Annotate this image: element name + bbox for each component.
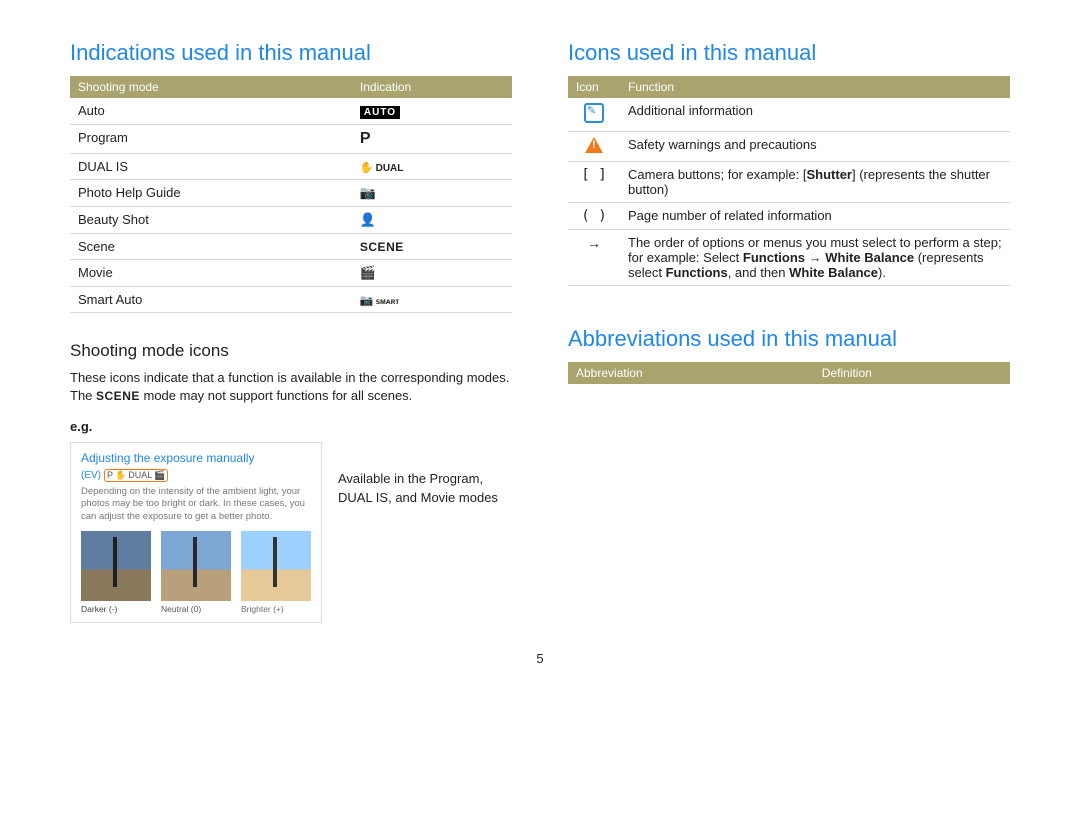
section-heading: Icons used in this manual [568,40,1010,66]
example-thumbnail: Neutral (0) [161,531,231,614]
indication-cell [352,287,512,313]
ev-label: (EV) [81,470,101,481]
example-ev-line: (EV) P✋DUAL🎬 [81,469,311,482]
mode-chip: 🎬 [154,470,165,481]
section-heading: Indications used in this manual [70,40,512,66]
table-row: ( )Page number of related information [568,203,1010,230]
table-row: →The order of options or menus you must … [568,230,1010,286]
manual-page: Indications used in this manual Shooting… [70,40,1010,623]
table-row: Smart Auto [70,287,512,313]
mode-cell: Movie [70,260,352,287]
mode-chip: ✋ [115,470,126,481]
thumbnail-caption: Neutral (0) [161,604,231,614]
subsection-heading: Shooting mode icons [70,341,512,361]
table-header: Indication [352,76,512,98]
indication-cell: P [352,125,512,154]
example-description: Depending on the intensity of the ambien… [81,486,311,523]
info-icon [584,103,604,123]
mode-indication-icon: SCENE [360,240,404,254]
thumbnail-image [161,531,231,601]
mode-chip-box: P✋DUAL🎬 [104,469,168,482]
example-label: e.g. [70,419,512,434]
mode-indication-icon [360,265,376,280]
mode-cell: DUAL IS [70,154,352,180]
right-column: Icons used in this manual Icon Function … [568,40,1010,623]
table-row: Scene SCENE [70,234,512,260]
mode-chip: P [107,470,113,480]
table-header: Shooting mode [70,76,352,98]
icon-cell [568,132,620,162]
mode-indication-icon [360,212,376,227]
table-row: Movie [70,260,512,287]
example-callout: Available in the Program, DUAL IS, and M… [338,442,512,508]
icon-cell: → [568,230,620,286]
table-header: Icon [568,76,620,98]
section-heading: Abbreviations used in this manual [568,326,1010,352]
function-cell: Safety warnings and precautions [620,132,1010,162]
table-header: Abbreviation [568,362,814,384]
paragraph: These icons indicate that a function is … [70,369,512,405]
table-header: Function [620,76,1010,98]
mode-cell: Scene [70,234,352,260]
table-row: DUAL IS DUAL [70,154,512,180]
page-number: 5 [70,651,1010,666]
example-thumbnail: Brighter (+) [241,531,311,614]
icon-cell: ( ) [568,203,620,230]
thumbnail-caption: Brighter (+) [241,604,311,614]
mode-cell: Auto [70,98,352,125]
function-cell: Page number of related information [620,203,1010,230]
table-row: Auto AUTO [70,98,512,125]
example-title: Adjusting the exposure manually [81,451,311,467]
table-row: Program P [70,125,512,154]
left-column: Indications used in this manual Shooting… [70,40,512,623]
mode-cell: Beauty Shot [70,207,352,234]
thumbnail-caption: Darker (-) [81,604,151,614]
thumbnail-image [241,531,311,601]
indication-cell [352,260,512,287]
table-row: Photo Help Guide [70,180,512,207]
mode-indication-icon: P [360,130,371,147]
table-row: Safety warnings and precautions [568,132,1010,162]
function-cell: Additional information [620,98,1010,132]
indication-cell [352,180,512,207]
abbreviations-table: Abbreviation Definition [568,362,1010,384]
example-box: Adjusting the exposure manually (EV) P✋D… [70,442,322,623]
indication-cell: AUTO [352,98,512,125]
table-row: Beauty Shot [70,207,512,234]
text: mode may not support functions for all s… [143,388,412,403]
function-cell: Camera buttons; for example: [Shutter] (… [620,162,1010,203]
indication-cell [352,207,512,234]
indication-cell: SCENE [352,234,512,260]
mode-indication-icon [360,296,399,306]
icon-cell: [ ] [568,162,620,203]
example-thumbnails: Darker (-) Neutral (0) Brighter (+) [81,531,311,614]
table-header: Definition [814,362,1010,384]
mode-indication-icon: AUTO [360,106,400,119]
table-row: Additional information [568,98,1010,132]
example-thumbnail: Darker (-) [81,531,151,614]
warning-icon [585,137,603,153]
thumbnail-image [81,531,151,601]
indication-cell: DUAL [352,154,512,180]
mode-indication-icon [360,185,376,200]
icons-table: Icon Function Additional informationSafe… [568,76,1010,286]
example-wrapper: Adjusting the exposure manually (EV) P✋D… [70,442,512,623]
mode-cell: Program [70,125,352,154]
mode-cell: Photo Help Guide [70,180,352,207]
function-cell: The order of options or menus you must s… [620,230,1010,286]
indications-table: Shooting mode Indication Auto AUTO Program… [70,76,512,313]
mode-indication-icon: DUAL [360,163,403,174]
mode-chip: DUAL [128,470,152,480]
mode-cell: Smart Auto [70,287,352,313]
icon-cell [568,98,620,132]
table-row: [ ]Camera buttons; for example: [Shutter… [568,162,1010,203]
scene-icon: SCENE [96,389,140,403]
